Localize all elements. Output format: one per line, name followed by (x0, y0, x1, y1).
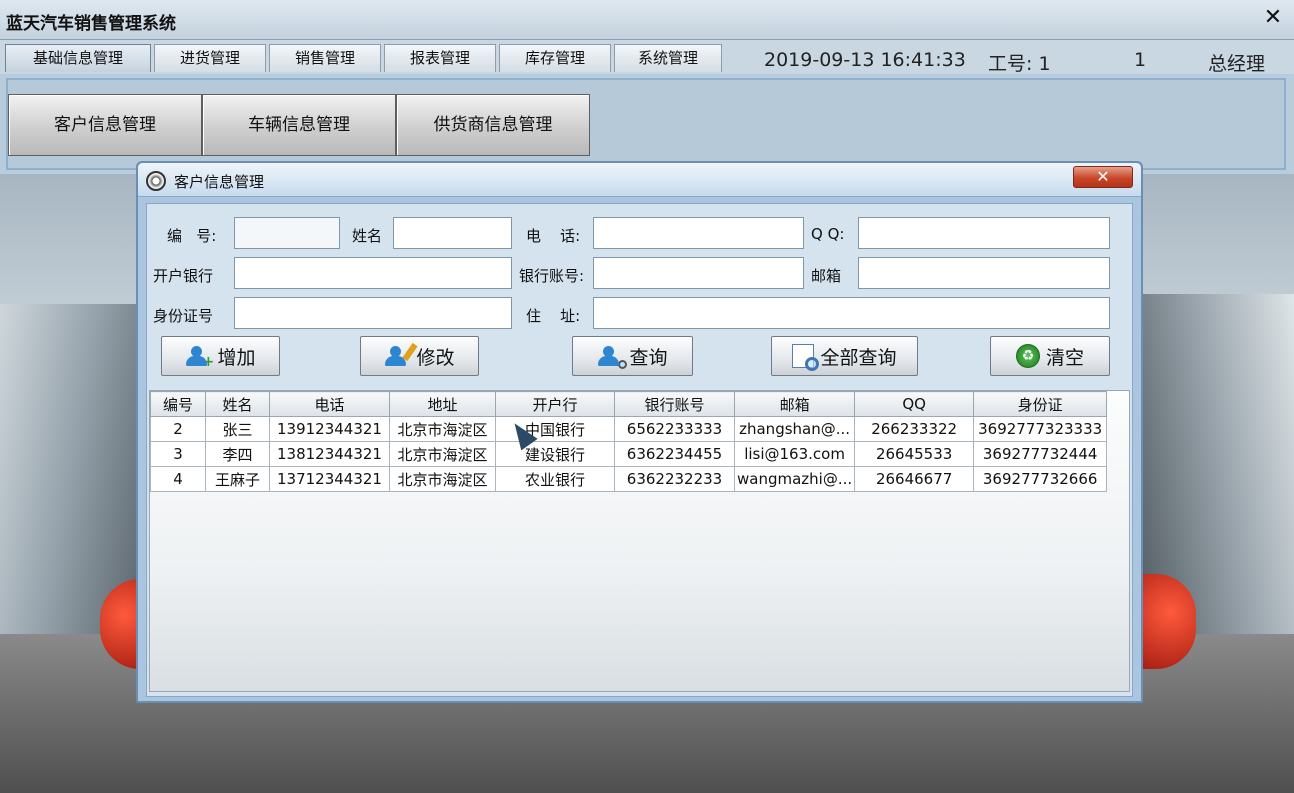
label-idcard: 身份证号 (153, 307, 214, 325)
dialog-body: 编 号: 姓名 电 话: Q Q: 开户银行 银行账号: 邮箱 身份证号 住 址… (146, 203, 1133, 697)
add-user-icon: + (185, 345, 214, 369)
label-qq: Q Q: (811, 225, 845, 243)
col-header-address[interactable]: 地址 (389, 391, 496, 417)
col-header-account[interactable]: 银行账号 (614, 391, 735, 417)
tab-sales[interactable]: 销售管理 (269, 44, 381, 72)
table-header-row: 编号 姓名 电话 地址 开户行 银行账号 邮箱 QQ 身份证 (150, 391, 1108, 417)
table-row[interactable]: 4 王麻子 13712344321 北京市海淀区 农业银行 6362232233… (150, 466, 1108, 492)
label-id: 编 号: (167, 227, 217, 245)
search-user-icon (597, 345, 628, 369)
label-phone: 电 话: (526, 227, 581, 245)
cell-address: 北京市海淀区 (389, 466, 496, 492)
table-row[interactable]: 2 张三 13912344321 北京市海淀区 中国银行 6562233333 … (150, 416, 1108, 442)
cell-name: 张三 (205, 416, 270, 442)
cell-qq: 26646677 (854, 466, 975, 492)
app-close-icon[interactable]: ✕ (1262, 6, 1284, 30)
col-header-phone[interactable]: 电话 (269, 391, 390, 417)
col-header-idcard[interactable]: 身份证 (973, 391, 1108, 417)
cell-phone: 13912344321 (269, 416, 390, 442)
cell-id: 3 (150, 441, 206, 467)
tab-system[interactable]: 系统管理 (614, 44, 722, 72)
query-all-button-label: 全部查询 (820, 346, 897, 369)
ribbon: 客户信息管理 车辆信息管理 供货商信息管理 (0, 74, 1294, 174)
user-role: 总经理 (1208, 53, 1266, 75)
col-header-qq[interactable]: QQ (854, 391, 975, 417)
employee-number: 1 (1134, 49, 1147, 71)
cell-address: 北京市海淀区 (389, 441, 496, 467)
dialog-title: 客户信息管理 (174, 173, 265, 191)
col-header-email[interactable]: 邮箱 (733, 391, 856, 417)
cell-address: 北京市海淀区 (389, 416, 496, 442)
dialog-close-button[interactable]: ✕ (1073, 166, 1133, 188)
cell-account: 6362234455 (614, 441, 735, 467)
add-button[interactable]: + 增加 (161, 336, 280, 376)
cell-phone: 13812344321 (269, 441, 390, 467)
cell-bank: 建设银行 (495, 441, 615, 467)
document-search-icon (792, 344, 820, 371)
label-email: 邮箱 (811, 267, 842, 285)
tab-purchase[interactable]: 进货管理 (154, 44, 266, 72)
cell-name: 李四 (205, 441, 270, 467)
clear-button-label: 清空 (1045, 346, 1084, 369)
idcard-field[interactable] (234, 297, 512, 329)
query-all-button[interactable]: 全部查询 (771, 336, 918, 376)
menu-bar: 基础信息管理 进货管理 销售管理 报表管理 库存管理 系统管理 2019-09-… (0, 40, 1294, 75)
cell-idcard: 369277732666 (973, 466, 1108, 492)
query-button[interactable]: 查询 (572, 336, 693, 376)
dialog-title-bar: 客户信息管理 ✕ (138, 163, 1141, 197)
col-header-name[interactable]: 姓名 (205, 391, 270, 417)
query-button-label: 查询 (629, 346, 668, 369)
datetime-display: 2019-09-13 16:41:33 (764, 49, 966, 71)
cell-qq: 26645533 (854, 441, 975, 467)
phone-field[interactable] (593, 217, 804, 249)
cell-id: 2 (150, 416, 206, 442)
cell-account: 6562233333 (614, 416, 735, 442)
label-account: 银行账号: (519, 267, 585, 285)
account-field[interactable] (593, 257, 804, 289)
supplier-info-button[interactable]: 供货商信息管理 (396, 94, 590, 156)
vehicle-info-button[interactable]: 车辆信息管理 (202, 94, 396, 156)
address-field[interactable] (593, 297, 1110, 329)
email-field[interactable] (858, 257, 1110, 289)
edit-button[interactable]: 修改 (360, 336, 479, 376)
customer-data-table: 编号 姓名 电话 地址 开户行 银行账号 邮箱 QQ 身份证 2 张三 1391… (150, 391, 1108, 492)
clear-button[interactable]: ♻ 清空 (990, 336, 1110, 376)
employee-id-label: 工号: 1 (988, 53, 1051, 75)
col-header-id[interactable]: 编号 (150, 391, 206, 417)
tab-basic-info[interactable]: 基础信息管理 (5, 44, 151, 72)
customer-table[interactable]: 编号 姓名 电话 地址 开户行 银行账号 邮箱 QQ 身份证 2 张三 1391… (149, 390, 1130, 692)
label-name: 姓名 (352, 227, 383, 245)
bank-field[interactable] (234, 257, 512, 289)
app-logo-icon (146, 171, 166, 191)
cell-name: 王麻子 (205, 466, 270, 492)
add-button-label: 增加 (217, 346, 256, 369)
cell-email: wangmazhi@... (733, 466, 856, 492)
qq-field[interactable] (858, 217, 1110, 249)
edit-button-label: 修改 (416, 346, 455, 369)
cell-account: 6362232233 (614, 466, 735, 492)
customer-info-dialog: 客户信息管理 ✕ 编 号: 姓名 电 话: Q Q: 开户银行 银行账号: 邮箱… (136, 161, 1143, 703)
id-field[interactable] (234, 217, 340, 249)
cell-idcard: 3692777323333 (973, 416, 1108, 442)
cell-email: zhangshan@... (733, 416, 856, 442)
tab-inventory[interactable]: 库存管理 (499, 44, 611, 72)
cell-qq: 266233322 (854, 416, 975, 442)
recycle-icon: ♻ (1015, 344, 1040, 368)
table-row[interactable]: 3 李四 13812344321 北京市海淀区 建设银行 6362234455 … (150, 441, 1108, 467)
tab-reports[interactable]: 报表管理 (384, 44, 496, 72)
cell-phone: 13712344321 (269, 466, 390, 492)
name-field[interactable] (393, 217, 512, 249)
app-title-bar: 蓝天汽车销售管理系统 ✕ (0, 0, 1294, 40)
ribbon-panel: 客户信息管理 车辆信息管理 供货商信息管理 (6, 78, 1286, 170)
col-header-bank[interactable]: 开户行 (495, 391, 615, 417)
cell-idcard: 369277732444 (973, 441, 1108, 467)
app-title: 蓝天汽车销售管理系统 (6, 14, 176, 34)
cell-id: 4 (150, 466, 206, 492)
cell-email: lisi@163.com (733, 441, 856, 467)
label-address: 住 址: (526, 307, 581, 325)
cell-bank: 农业银行 (495, 466, 615, 492)
label-bank: 开户银行 (153, 267, 214, 285)
customer-info-button[interactable]: 客户信息管理 (8, 94, 202, 156)
edit-user-icon (384, 342, 419, 367)
